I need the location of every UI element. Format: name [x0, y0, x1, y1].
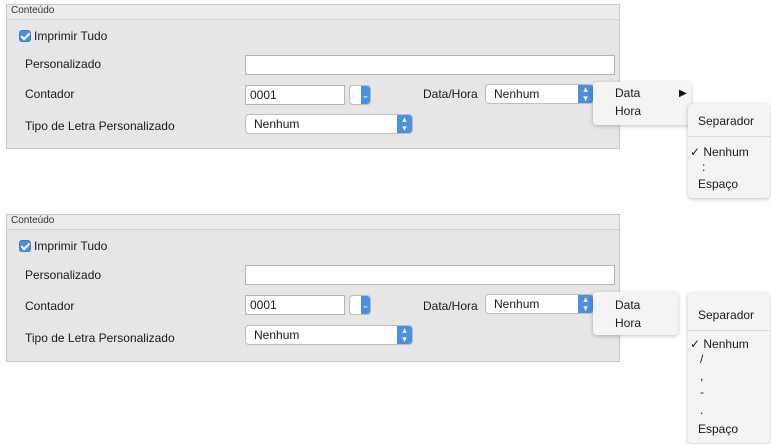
- counter-field[interactable]: 0001: [245, 295, 345, 315]
- submenu-item[interactable]: ✓ Nenhum: [690, 145, 749, 159]
- counter-stepper[interactable]: ⌄: [349, 85, 371, 105]
- custom-label: Personalizado: [25, 57, 102, 71]
- panel-title: Conteúdo: [11, 215, 55, 226]
- print-all-checkbox[interactable]: [19, 30, 31, 42]
- datetime-menu-bottom: Data Hora: [593, 292, 678, 335]
- datetime-label: Data/Hora: [423, 87, 478, 101]
- datetime-select[interactable]: Nenhum ▴ ▾: [485, 294, 594, 314]
- updown-chevron-icon: ▴ ▾: [397, 326, 412, 344]
- font-label: Tipo de Letra Personalizado: [25, 331, 175, 345]
- submenu-item[interactable]: -: [700, 385, 704, 399]
- datetime-select-value: Nenhum: [494, 297, 540, 311]
- panel-header: Conteúdo: [7, 215, 619, 230]
- submenu-title: Separador: [698, 114, 755, 128]
- print-all-checkbox[interactable]: [19, 240, 31, 252]
- submenu-item[interactable]: ,: [700, 369, 703, 383]
- panel-header: Conteúdo: [7, 5, 619, 20]
- datetime-menu-top: Data ▶ Hora: [593, 82, 691, 125]
- counter-field[interactable]: 0001: [245, 85, 345, 105]
- content-panel-top: Conteúdo Imprimir Tudo Personalizado Con…: [6, 4, 620, 149]
- print-all-label[interactable]: Imprimir Tudo: [34, 29, 107, 43]
- submenu-item[interactable]: ✓ Nenhum: [690, 337, 749, 351]
- counter-label: Contador: [25, 87, 75, 101]
- content-panel-bottom: Conteúdo Imprimir Tudo Personalizado Con…: [6, 214, 620, 362]
- chevron-down-icon: ⌄: [361, 86, 370, 104]
- font-select[interactable]: Nenhum ▴ ▾: [245, 114, 413, 134]
- font-select[interactable]: Nenhum ▴ ▾: [245, 325, 413, 345]
- menu-item-data[interactable]: Data: [615, 86, 640, 100]
- custom-label: Personalizado: [25, 268, 102, 282]
- menu-item-data[interactable]: Data: [615, 298, 640, 312]
- submenu-item[interactable]: Espaço: [698, 422, 738, 436]
- submenu-item[interactable]: .: [700, 403, 703, 417]
- updown-chevron-icon: ▴ ▾: [397, 115, 412, 133]
- chevron-down-icon: ⌄: [361, 296, 370, 314]
- font-select-value: Nenhum: [254, 117, 300, 131]
- custom-text-field[interactable]: [245, 265, 615, 285]
- submenu-title: Separador: [698, 308, 755, 322]
- updown-chevron-icon: ▴ ▾: [578, 295, 593, 313]
- triangle-right-icon: ▶: [679, 88, 687, 99]
- menu-item-hora[interactable]: Hora: [615, 316, 641, 330]
- submenu-item[interactable]: :: [702, 160, 705, 174]
- submenu-item[interactable]: /: [700, 352, 703, 366]
- panel-title: Conteúdo: [11, 5, 55, 16]
- separator-submenu-bottom: Separador ✓ Nenhum / , - . Espaço: [688, 293, 770, 443]
- counter-stepper[interactable]: ⌄: [349, 295, 371, 315]
- datetime-select[interactable]: Nenhum ▴ ▾: [485, 84, 594, 104]
- updown-chevron-icon: ▴ ▾: [578, 85, 593, 103]
- counter-label: Contador: [25, 299, 75, 313]
- custom-text-field[interactable]: [245, 55, 615, 75]
- datetime-select-value: Nenhum: [494, 87, 540, 101]
- menu-divider: [688, 330, 770, 331]
- font-select-value: Nenhum: [254, 328, 300, 342]
- datetime-label: Data/Hora: [423, 299, 478, 313]
- menu-item-hora[interactable]: Hora: [615, 104, 641, 118]
- menu-divider: [688, 136, 770, 137]
- font-label: Tipo de Letra Personalizado: [25, 119, 175, 133]
- submenu-item[interactable]: Espaço: [698, 177, 738, 191]
- print-all-label[interactable]: Imprimir Tudo: [34, 239, 107, 253]
- separator-submenu-top: Separador ✓ Nenhum : Espaço: [688, 104, 770, 198]
